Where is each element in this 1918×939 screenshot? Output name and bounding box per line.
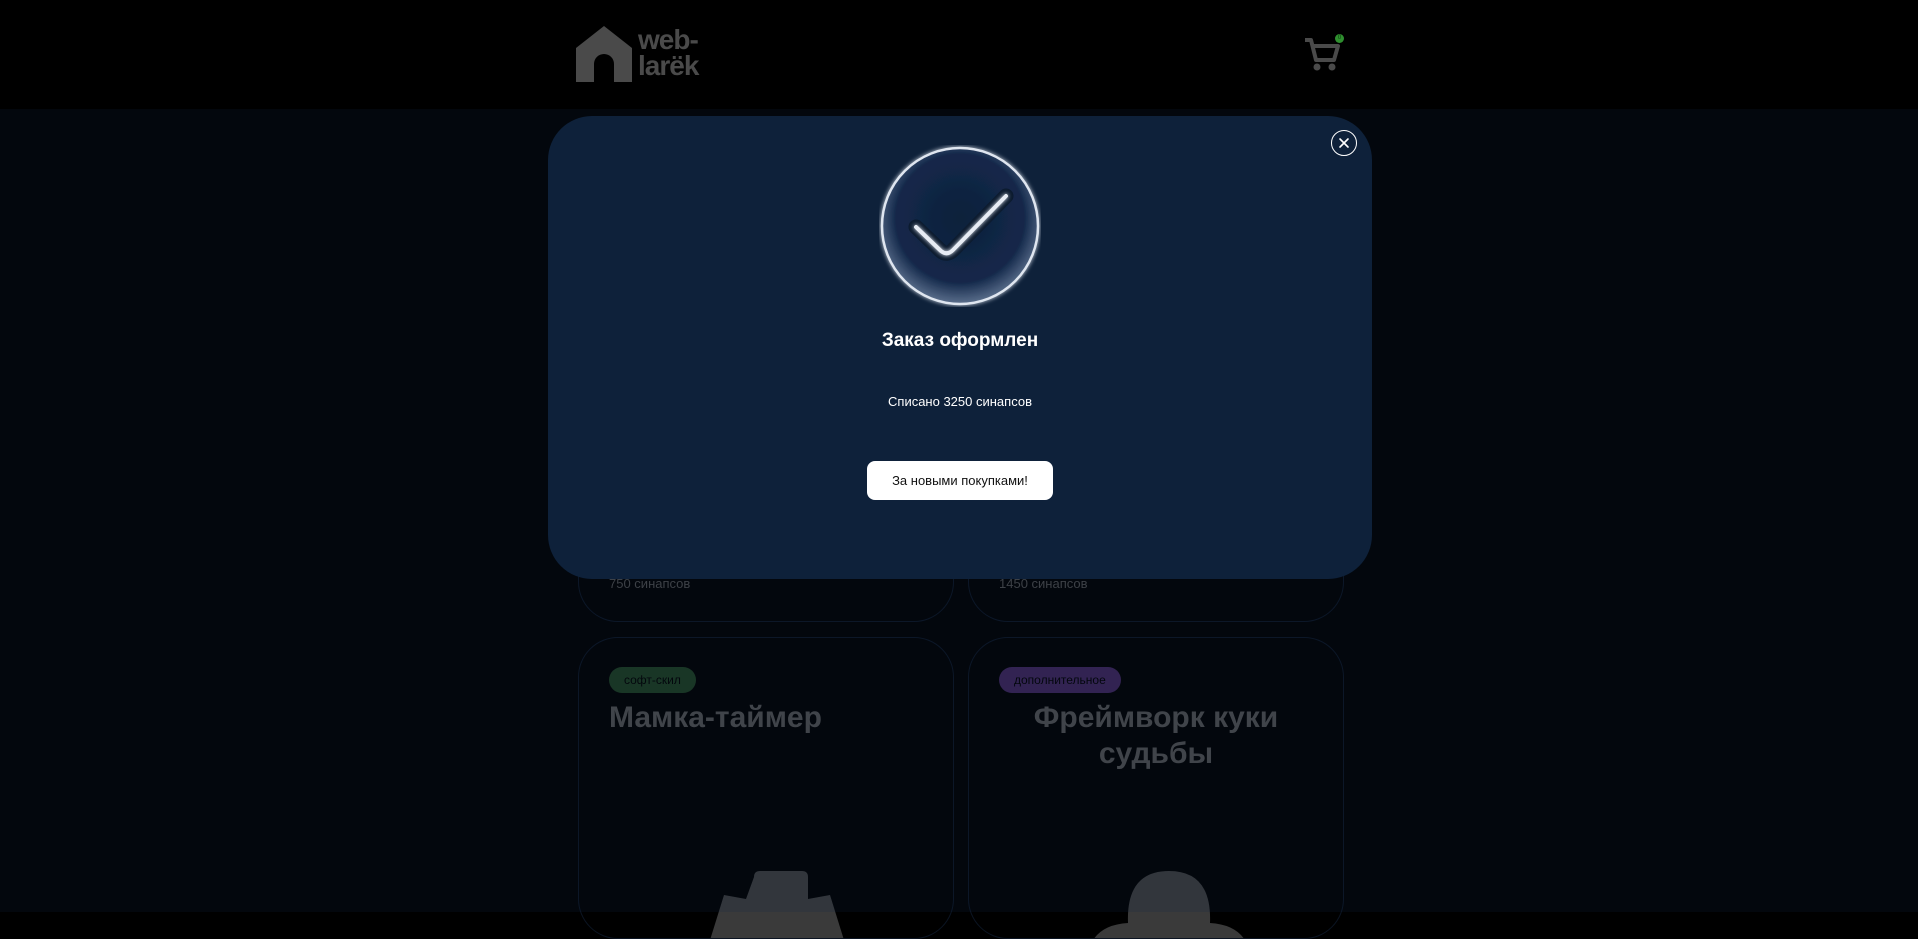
continue-shopping-button[interactable]: За новыми покупками! [867, 461, 1053, 500]
check-circle-icon [880, 146, 1040, 306]
modal-description: Списано 3250 синапсов [888, 394, 1032, 409]
modal-title: Заказ оформлен [881, 330, 1039, 351]
logo-line2: larёk [638, 50, 699, 81]
house-icon [576, 26, 632, 82]
close-button[interactable] [1331, 130, 1357, 156]
logo[interactable]: web- larёk [576, 23, 706, 83]
header: web- larёk 0 [0, 0, 1918, 109]
basket-counter: 0 [1335, 34, 1344, 43]
close-icon [1339, 138, 1349, 148]
logo-text: web- larёk [638, 26, 699, 81]
